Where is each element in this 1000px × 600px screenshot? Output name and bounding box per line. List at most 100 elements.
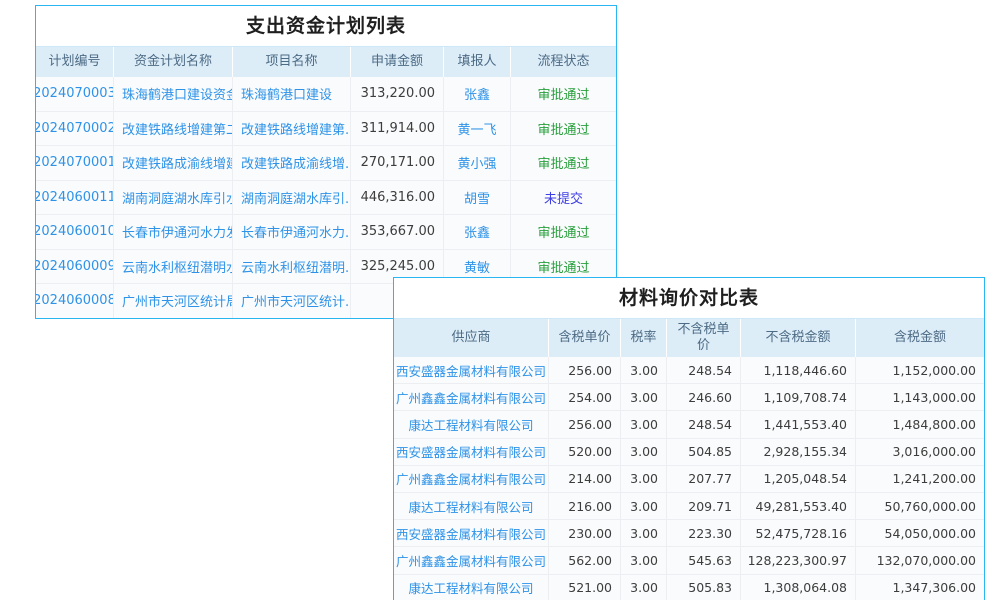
unit-price-with-tax-cell: 254.00	[549, 384, 621, 410]
table-row: 广州鑫鑫金属材料有限公司562.003.00545.63128,223,300.…	[394, 547, 984, 574]
plan-id-cell[interactable]: 2024060008	[36, 284, 114, 318]
plan-id-cell[interactable]: 2024060009	[36, 250, 114, 284]
column-header-label: 不含税单价	[676, 322, 732, 355]
amount-cell: 313,220.00	[351, 77, 444, 111]
reporter-cell[interactable]: 黄小强	[444, 146, 511, 180]
unit-price-with-tax-cell: 214.00	[549, 466, 621, 492]
column-header-project: 项目名称	[233, 47, 351, 77]
tax-rate-cell: 3.00	[621, 439, 667, 465]
material-quote-table-title: 材料询价对比表	[394, 278, 984, 319]
amount-with-tax-cell: 54,050,000.00	[856, 520, 984, 546]
supplier-cell[interactable]: 康达工程材料有限公司	[394, 411, 549, 437]
supplier-cell[interactable]: 西安盛器金属材料有限公司	[394, 357, 549, 383]
tax-rate-cell: 3.00	[621, 520, 667, 546]
plan-name-cell[interactable]: 改建铁路成渝线增建...	[114, 146, 233, 180]
unit-price-with-tax-cell: 216.00	[549, 493, 621, 519]
supplier-cell[interactable]: 西安盛器金属材料有限公司	[394, 439, 549, 465]
reporter-cell[interactable]: 张鑫	[444, 77, 511, 111]
table-row: 2024070001改建铁路成渝线增建...改建铁路成渝线增...270,171…	[36, 146, 616, 181]
plan-id-cell[interactable]: 2024070002	[36, 112, 114, 146]
project-name-cell[interactable]: 改建铁路成渝线增...	[233, 146, 351, 180]
status-cell: 审批通过	[511, 77, 616, 111]
column-header-label: 税率	[630, 330, 656, 346]
amount-no-tax-cell: 128,223,300.97	[741, 547, 856, 573]
supplier-cell[interactable]: 康达工程材料有限公司	[394, 575, 549, 600]
supplier-cell[interactable]: 广州鑫鑫金属材料有限公司	[394, 466, 549, 492]
unit-price-no-tax-cell: 246.60	[667, 384, 741, 410]
supplier-cell[interactable]: 康达工程材料有限公司	[394, 493, 549, 519]
table-row: 西安盛器金属材料有限公司256.003.00248.541,118,446.60…	[394, 357, 984, 384]
project-name-cell[interactable]: 改建铁路线增建第...	[233, 112, 351, 146]
tax-rate-cell: 3.00	[621, 466, 667, 492]
project-name-cell[interactable]: 长春市伊通河水力...	[233, 215, 351, 249]
plan-id-cell[interactable]: 2024060011	[36, 181, 114, 215]
table-row: 2024060011湖南洞庭湖水库引水...湖南洞庭湖水库引...446,316…	[36, 181, 616, 216]
unit-price-no-tax-cell: 223.30	[667, 520, 741, 546]
amount-no-tax-cell: 49,281,553.40	[741, 493, 856, 519]
table-row: 2024060010长春市伊通河水力发...长春市伊通河水力...353,667…	[36, 215, 616, 250]
amount-no-tax-cell: 1,441,553.40	[741, 411, 856, 437]
amount-with-tax-cell: 3,016,000.00	[856, 439, 984, 465]
unit-price-no-tax-cell: 505.83	[667, 575, 741, 600]
column-header-unit_price_no_tax: 不含税单价	[667, 319, 741, 357]
column-header-label: 流程状态	[537, 54, 589, 70]
supplier-cell[interactable]: 广州鑫鑫金属材料有限公司	[394, 547, 549, 573]
expenditure-plan-table: 支出资金计划列表 计划编号资金计划名称项目名称申请金额填报人流程状态 20240…	[35, 5, 617, 319]
unit-price-with-tax-cell: 256.00	[549, 411, 621, 437]
project-name-cell[interactable]: 云南水利枢纽潜明...	[233, 250, 351, 284]
project-name-cell[interactable]: 珠海鹤港口建设	[233, 77, 351, 111]
supplier-cell[interactable]: 西安盛器金属材料有限公司	[394, 520, 549, 546]
plan-name-cell[interactable]: 云南水利枢纽潜明水...	[114, 250, 233, 284]
amount-cell: 446,316.00	[351, 181, 444, 215]
reporter-cell[interactable]: 胡雪	[444, 181, 511, 215]
material-quote-table-header-row: 供应商含税单价税率不含税单价不含税金额含税金额	[394, 319, 984, 357]
table-row: 2024070002改建铁路线增建第二...改建铁路线增建第...311,914…	[36, 112, 616, 147]
table-row: 康达工程材料有限公司216.003.00209.7149,281,553.405…	[394, 493, 984, 520]
status-cell: 未提交	[511, 181, 616, 215]
tax-rate-cell: 3.00	[621, 357, 667, 383]
column-header-tax_rate: 税率	[621, 319, 667, 357]
column-header-label: 供应商	[451, 330, 490, 346]
unit-price-no-tax-cell: 207.77	[667, 466, 741, 492]
plan-id-cell[interactable]: 2024070003	[36, 77, 114, 111]
plan-id-cell[interactable]: 2024060010	[36, 215, 114, 249]
tax-rate-cell: 3.00	[621, 575, 667, 600]
amount-cell: 311,914.00	[351, 112, 444, 146]
tax-rate-cell: 3.00	[621, 547, 667, 573]
plan-name-cell[interactable]: 长春市伊通河水力发...	[114, 215, 233, 249]
column-header-label: 含税金额	[894, 330, 946, 346]
amount-no-tax-cell: 1,109,708.74	[741, 384, 856, 410]
column-header-label: 不含税金额	[765, 330, 830, 346]
unit-price-no-tax-cell: 248.54	[667, 357, 741, 383]
plan-name-cell[interactable]: 珠海鹤港口建设资金...	[114, 77, 233, 111]
unit-price-no-tax-cell: 209.71	[667, 493, 741, 519]
material-quote-table-body: 西安盛器金属材料有限公司256.003.00248.541,118,446.60…	[394, 357, 984, 600]
unit-price-with-tax-cell: 521.00	[549, 575, 621, 600]
supplier-cell[interactable]: 广州鑫鑫金属材料有限公司	[394, 384, 549, 410]
table-row: 康达工程材料有限公司256.003.00248.541,441,553.401,…	[394, 411, 984, 438]
plan-name-cell[interactable]: 广州市天河区统计局...	[114, 284, 233, 318]
amount-no-tax-cell: 1,308,064.08	[741, 575, 856, 600]
amount-no-tax-cell: 2,928,155.34	[741, 439, 856, 465]
plan-name-cell[interactable]: 湖南洞庭湖水库引水...	[114, 181, 233, 215]
unit-price-with-tax-cell: 256.00	[549, 357, 621, 383]
status-cell: 审批通过	[511, 112, 616, 146]
amount-with-tax-cell: 1,152,000.00	[856, 357, 984, 383]
project-name-cell[interactable]: 湖南洞庭湖水库引...	[233, 181, 351, 215]
plan-id-cell[interactable]: 2024070001	[36, 146, 114, 180]
reporter-cell[interactable]: 黄一飞	[444, 112, 511, 146]
amount-cell: 270,171.00	[351, 146, 444, 180]
plan-name-cell[interactable]: 改建铁路线增建第二...	[114, 112, 233, 146]
amount-with-tax-cell: 1,347,306.00	[856, 575, 984, 600]
tax-rate-cell: 3.00	[621, 493, 667, 519]
column-header-supplier: 供应商	[394, 319, 549, 357]
status-cell: 审批通过	[511, 215, 616, 249]
amount-with-tax-cell: 1,484,800.00	[856, 411, 984, 437]
reporter-cell[interactable]: 张鑫	[444, 215, 511, 249]
table-row: 广州鑫鑫金属材料有限公司214.003.00207.771,205,048.54…	[394, 466, 984, 493]
column-header-label: 申请金额	[371, 54, 423, 70]
unit-price-with-tax-cell: 520.00	[549, 439, 621, 465]
amount-cell: 353,667.00	[351, 215, 444, 249]
project-name-cell[interactable]: 广州市天河区统计...	[233, 284, 351, 318]
expenditure-plan-table-title: 支出资金计划列表	[36, 6, 616, 47]
